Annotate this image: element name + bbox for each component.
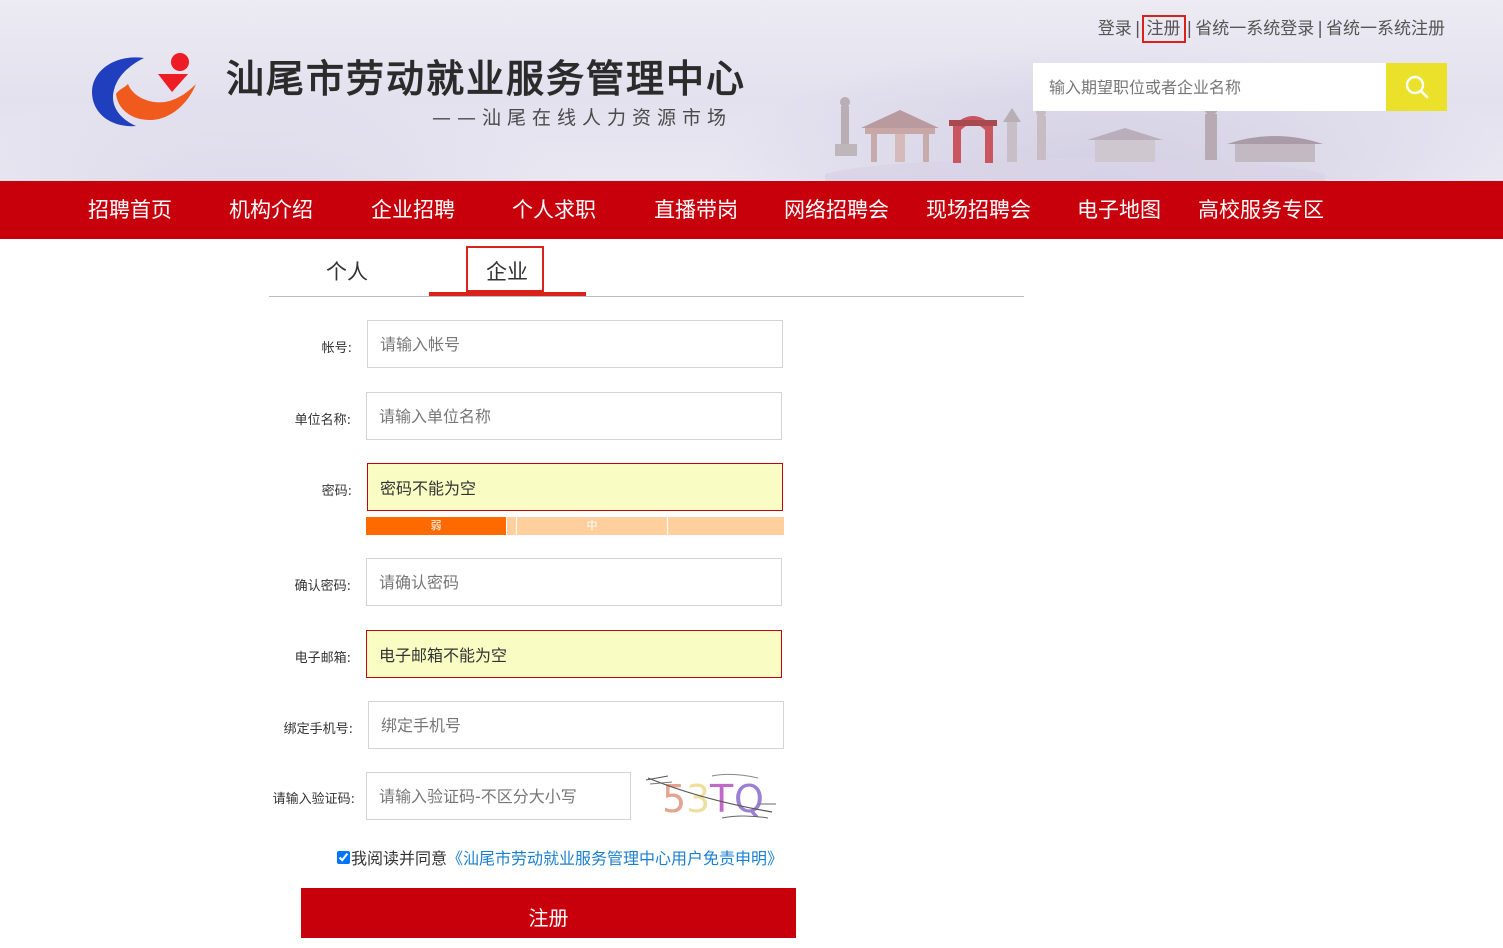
top-links: 登录 | 注册 | 省统一系统登录 | 省统一系统注册 — [1098, 14, 1445, 43]
main-nav: 招聘首页 机构介绍 企业招聘 个人求职 直播带岗 网络招聘会 现场招聘会 电子地… — [0, 181, 1503, 239]
search-button[interactable] — [1386, 63, 1447, 111]
register-link[interactable]: 注册 — [1141, 15, 1186, 43]
password-input[interactable] — [367, 463, 783, 511]
nav-item-onsite-fair[interactable]: 现场招聘会 — [926, 181, 1031, 239]
link-separator: | — [1317, 19, 1323, 39]
nav-item-online-fair[interactable]: 网络招聘会 — [784, 181, 889, 239]
link-separator: | — [1186, 19, 1193, 39]
strength-medium: 中 — [516, 517, 667, 535]
phone-label: 绑定手机号: — [283, 722, 353, 737]
search-input[interactable] — [1033, 63, 1386, 111]
captcha-label: 请输入验证码: — [272, 792, 355, 807]
province-register-link[interactable]: 省统一系统注册 — [1326, 19, 1445, 39]
nav-item-home[interactable]: 招聘首页 — [88, 181, 172, 239]
disclaimer-link[interactable]: 《汕尾市劳动就业服务管理中心用户免责申明》 — [447, 845, 783, 869]
company-name-input[interactable] — [366, 392, 782, 440]
captcha-char: 5 — [662, 777, 686, 821]
email-label: 电子邮箱: — [294, 651, 351, 666]
nav-item-job-seeking[interactable]: 个人求职 — [512, 181, 596, 239]
strength-strong — [667, 517, 784, 535]
confirm-password-input[interactable] — [366, 558, 782, 606]
captcha-char: Q — [734, 777, 764, 821]
strength-gap — [506, 517, 516, 535]
agreement-row: 我阅读并同意 《汕尾市劳动就业服务管理中心用户免责申明》 — [337, 845, 783, 869]
email-input[interactable] — [366, 630, 782, 678]
strength-weak: 弱 — [366, 517, 506, 535]
nav-item-map[interactable]: 电子地图 — [1077, 181, 1161, 239]
phone-input[interactable] — [368, 701, 784, 749]
confirm-password-label: 确认密码: — [294, 579, 351, 594]
agreement-checkbox[interactable] — [337, 850, 350, 864]
captcha-image[interactable]: 5 3 T Q — [642, 770, 782, 822]
nav-item-university[interactable]: 高校服务专区 — [1198, 181, 1324, 239]
active-tab-indicator — [429, 292, 586, 296]
company-name-label: 单位名称: — [294, 413, 351, 428]
account-input[interactable] — [367, 320, 783, 368]
site-subtitle: ——汕尾在线人力资源市场 — [432, 107, 733, 129]
site-header: 汕尾市劳动就业服务管理中心 ——汕尾在线人力资源市场 登录 | 注册 | 省统一系统登录… — [0, 0, 1503, 181]
nav-item-live[interactable]: 直播带岗 — [654, 181, 738, 239]
tab-personal[interactable]: 个人 — [326, 256, 368, 286]
nav-item-company-jobs[interactable]: 企业招聘 — [371, 181, 455, 239]
tabs-divider — [269, 296, 1024, 297]
search-box — [1033, 63, 1447, 111]
password-label: 密码: — [321, 484, 352, 499]
captcha-input[interactable] — [366, 772, 631, 820]
agreement-text: 我阅读并同意 — [351, 849, 448, 868]
tab-enterprise-highlight — [466, 246, 544, 292]
account-label: 帐号: — [321, 341, 352, 356]
link-separator: | — [1134, 19, 1141, 39]
province-login-link[interactable]: 省统一系统登录 — [1195, 19, 1314, 39]
search-icon — [1405, 75, 1428, 99]
logo-icon — [92, 53, 196, 127]
password-strength-meter: 弱 中 — [366, 517, 784, 535]
site-title: 汕尾市劳动就业服务管理中心 — [226, 56, 747, 101]
login-link[interactable]: 登录 — [1098, 19, 1132, 39]
nav-item-about[interactable]: 机构介绍 — [229, 181, 313, 239]
captcha-char: 3 — [686, 777, 710, 821]
